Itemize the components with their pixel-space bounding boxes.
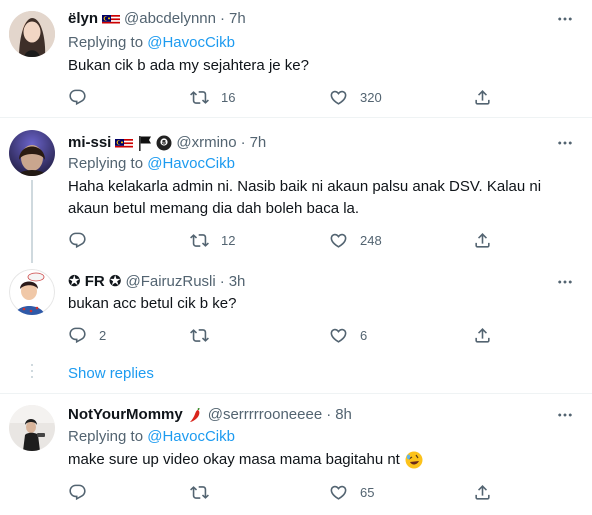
separator-dot: · — [240, 134, 246, 151]
retweet-count: 16 — [221, 89, 236, 105]
separator-dot: · — [219, 10, 225, 27]
reply-icon — [68, 326, 87, 345]
share-icon — [473, 231, 492, 250]
avatar[interactable] — [9, 130, 55, 176]
display-name[interactable]: mi-ssi — [68, 133, 111, 153]
timestamp[interactable]: 3h — [229, 272, 246, 292]
replying-prefix: Replying to — [68, 428, 144, 445]
show-replies-link[interactable]: Show replies — [68, 364, 154, 384]
thread-dots — [31, 364, 33, 382]
replying-to-link[interactable]: @HavocCikb — [147, 428, 235, 445]
tweet-header: mi-ssi 8 @xrmino · 7h — [68, 133, 266, 153]
tweet-elyn[interactable]: ëlyn @abcdelynnn · 7h Replying to @Havoc… — [0, 0, 592, 116]
replying-to-link[interactable]: @HavocCikb — [147, 155, 235, 172]
user-handle[interactable]: @FairuzRusli — [125, 272, 215, 292]
replying-prefix: Replying to — [68, 34, 144, 51]
malaysia-flag-icon — [115, 137, 133, 149]
like-count: 320 — [360, 89, 382, 105]
tweet-actions: 65 — [68, 482, 508, 502]
black-flag-icon — [138, 135, 152, 151]
replying-to: Replying to @HavocCikb — [68, 154, 235, 174]
more-icon[interactable] — [556, 134, 574, 152]
display-name[interactable]: ✪ FR ✪ — [68, 272, 121, 292]
retweet-icon — [190, 483, 209, 502]
user-handle[interactable]: @abcdelynnn — [124, 9, 216, 29]
reply-icon — [68, 231, 87, 250]
tweet-actions: 2 6 — [68, 325, 508, 345]
reply-button[interactable] — [68, 230, 87, 250]
like-button[interactable]: 6 — [329, 325, 367, 345]
tweet-header: NotYourMommy @serrrrrooneeee · 8h — [68, 405, 352, 425]
tweet-notyourmommy[interactable]: NotYourMommy @serrrrrooneeee · 8h Replyi… — [0, 394, 592, 515]
replying-prefix: Replying to — [68, 155, 144, 172]
reply-icon — [68, 483, 87, 502]
svg-text:8: 8 — [162, 139, 166, 146]
tweet-actions: 12 248 — [68, 230, 508, 250]
more-icon[interactable] — [556, 406, 574, 424]
replying-to: Replying to @HavocCikb — [68, 427, 235, 447]
tweet-text: Bukan cik b ada my sejahtera je ke? — [68, 57, 309, 74]
tweet-fr[interactable]: ✪ FR ✪ @FairuzRusli · 3h bukan acc betul… — [0, 263, 592, 355]
avatar[interactable] — [9, 269, 55, 315]
like-button[interactable]: 248 — [329, 230, 382, 250]
tweet-text: make sure up video okay masa mama bagita… — [68, 451, 400, 468]
retweet-icon — [190, 231, 209, 250]
like-button[interactable]: 320 — [329, 87, 382, 107]
8ball-icon: 8 — [156, 135, 172, 151]
share-icon — [473, 483, 492, 502]
share-button[interactable] — [473, 325, 492, 345]
share-button[interactable] — [473, 482, 492, 502]
reply-icon — [68, 88, 87, 107]
separator-dot: · — [219, 273, 225, 290]
reply-button[interactable] — [68, 482, 87, 502]
tweet-actions: 16 320 — [68, 87, 508, 107]
replying-to: Replying to @HavocCikb — [68, 33, 235, 53]
rofl-emoji-icon — [405, 451, 423, 469]
tweet-header: ëlyn @abcdelynnn · 7h — [68, 9, 246, 29]
more-icon[interactable] — [556, 10, 574, 28]
like-count: 6 — [360, 327, 368, 343]
like-icon — [329, 326, 348, 345]
retweet-button[interactable]: 16 — [190, 87, 235, 107]
tweet-header: ✪ FR ✪ @FairuzRusli · 3h — [68, 272, 245, 292]
retweet-icon — [190, 88, 209, 107]
like-button[interactable]: 65 — [329, 482, 374, 502]
replying-to-link[interactable]: @HavocCikb — [147, 34, 235, 51]
avatar[interactable] — [9, 405, 55, 451]
like-count: 248 — [360, 232, 382, 248]
tweet-mi-ssi[interactable]: mi-ssi 8 @xrmino · 7h Replying to @Havoc… — [0, 118, 592, 263]
display-name[interactable]: NotYourMommy — [68, 405, 183, 425]
tweet-text-row: make sure up video okay masa mama bagita… — [68, 449, 573, 471]
like-icon — [329, 483, 348, 502]
malaysia-flag-icon — [102, 13, 120, 25]
display-name[interactable]: ëlyn — [68, 9, 98, 29]
user-handle[interactable]: @serrrrrooneeee — [208, 405, 322, 425]
retweet-button[interactable] — [190, 325, 209, 345]
like-icon — [329, 88, 348, 107]
share-button[interactable] — [473, 230, 492, 250]
timestamp[interactable]: 7h — [229, 9, 246, 29]
like-count: 65 — [360, 484, 375, 500]
like-icon — [329, 231, 348, 250]
tweet-text: bukan acc betul cik b ke? — [68, 295, 237, 312]
tweet-text: Haha kelakarla admin ni. Nasib baik ni a… — [68, 178, 542, 217]
share-button[interactable] — [473, 87, 492, 107]
user-handle[interactable]: @xrmino — [176, 133, 236, 153]
chili-icon — [188, 407, 204, 423]
thread-line — [31, 180, 33, 263]
separator-dot: · — [326, 406, 332, 423]
timestamp[interactable]: 7h — [250, 133, 267, 153]
reply-count: 2 — [99, 327, 107, 343]
retweet-icon — [190, 326, 209, 345]
retweet-button[interactable]: 12 — [190, 230, 235, 250]
share-icon — [473, 326, 492, 345]
reply-button[interactable]: 2 — [68, 325, 106, 345]
share-icon — [473, 88, 492, 107]
more-icon[interactable] — [556, 273, 574, 291]
timestamp[interactable]: 8h — [335, 405, 352, 425]
retweet-count: 12 — [221, 232, 236, 248]
reply-button[interactable] — [68, 87, 87, 107]
retweet-button[interactable] — [190, 482, 209, 502]
avatar[interactable] — [9, 11, 55, 57]
